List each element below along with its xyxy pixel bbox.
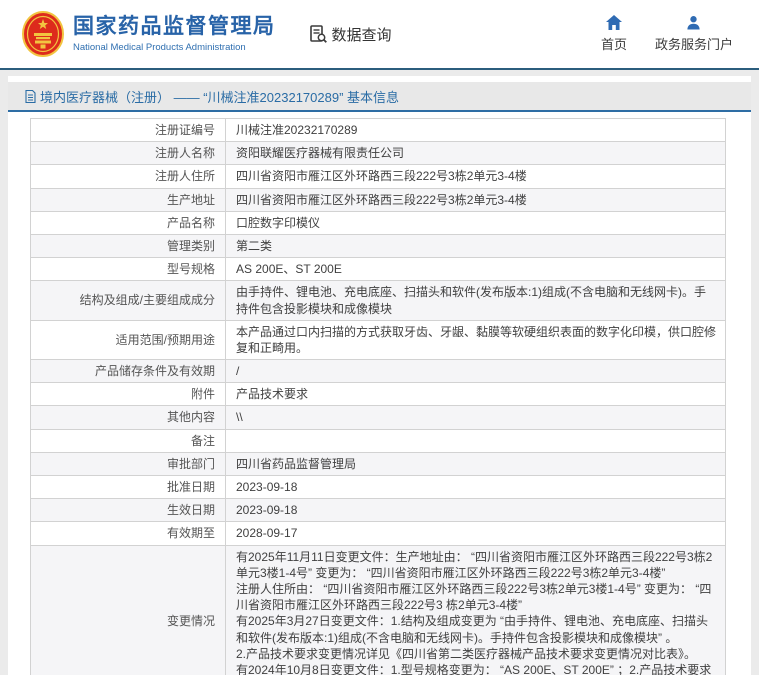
row-label: 注册人住所	[30, 164, 226, 189]
row-label: 审批部门	[30, 451, 226, 477]
nmpa-logo[interactable]: 国家药品监督管理局 National Medical Products Admi…	[22, 11, 276, 57]
org-name-en: National Medical Products Administration	[73, 41, 246, 53]
row-label: 结构及组成/主要组成成分	[30, 280, 226, 321]
data-query-nav[interactable]: 数据查询	[308, 24, 392, 45]
row-label: 产品名称	[30, 210, 226, 235]
table-row: 适用范围/预期用途 本产品通过口内扫描的方式获取牙齿、牙龈、黏膜等软硬组织表面的…	[30, 319, 726, 361]
data-query-icon	[309, 25, 327, 43]
row-label: 附件	[30, 382, 226, 407]
top-nav: 首页 政务服务门户	[601, 15, 733, 53]
content-area: 境内医疗器械（注册） —— “川械注准20232170289” 基本信息 注册证…	[0, 70, 759, 675]
national-emblem-icon	[22, 11, 64, 57]
table-row: 附件 产品技术要求	[30, 382, 726, 407]
row-value: 2023-09-18	[225, 474, 726, 500]
table-row: 管理类别 第二类	[30, 233, 726, 259]
row-value: 资阳联耀医疗器械有限责任公司	[225, 141, 726, 166]
document-icon	[25, 90, 36, 103]
user-icon	[687, 16, 701, 30]
table-row: 注册证编号 川械注准20232170289	[30, 117, 726, 143]
row-value: 由手持件、锂电池、充电底座、扫描头和软件(发布版本:1)组成(不含电脑和无线网卡…	[225, 280, 726, 321]
row-value: /	[225, 359, 726, 384]
row-value: 四川省资阳市雁江区外环路西三段222号3栋2单元3-4楼	[225, 187, 726, 212]
row-label: 管理类别	[30, 233, 226, 259]
org-name-zh: 国家药品监督管理局	[73, 15, 276, 39]
row-value: AS 200E、ST 200E	[225, 257, 726, 282]
table-row: 注册人住所 四川省资阳市雁江区外环路西三段222号3栋2单元3-4楼	[30, 164, 726, 189]
row-value: 四川省资阳市雁江区外环路西三段222号3栋2单元3-4楼	[225, 164, 726, 189]
table-row: 生效日期 2023-09-18	[30, 498, 726, 523]
row-label: 产品储存条件及有效期	[30, 359, 226, 384]
table-row: 结构及组成/主要组成成分 由手持件、锂电池、充电底座、扫描头和软件(发布版本:1…	[30, 280, 726, 321]
row-value: 口腔数字印模仪	[225, 210, 726, 235]
info-table-body: 注册证编号 川械注准20232170289 注册人名称 资阳联耀医疗器械有限责任…	[30, 117, 726, 675]
info-table: 注册证编号 川械注准20232170289 注册人名称 资阳联耀医疗器械有限责任…	[30, 117, 726, 675]
data-query-label: 数据查询	[331, 26, 392, 44]
nav-label-gov-portal: 政务服务门户	[654, 37, 733, 52]
table-row: 有效期至 2028-09-17	[30, 521, 726, 546]
home-icon	[605, 15, 622, 30]
page-title-bar: 境内医疗器械（注册） —— “川械注准20232170289” 基本信息	[8, 82, 751, 112]
row-value: 产品技术要求	[225, 382, 726, 407]
table-row: 生产地址 四川省资阳市雁江区外环路西三段222号3栋2单元3-4楼	[30, 187, 726, 212]
nav-item-home[interactable]: 首页	[601, 15, 627, 53]
nav-item-gov-portal[interactable]: 政务服务门户	[655, 15, 733, 53]
table-row: 备注	[30, 428, 726, 453]
row-label: 变更情况	[30, 544, 226, 675]
row-value: 有2025年11月11日变更文件：生产地址由： “四川省资阳市雁江区外环路西三段…	[225, 544, 726, 675]
table-row: 其他内容 \\	[30, 405, 726, 430]
row-label: 生效日期	[30, 498, 226, 523]
row-label: 批准日期	[30, 474, 226, 500]
row-value: 第二类	[225, 233, 726, 259]
row-value: 2028-09-17	[225, 521, 726, 546]
table-row: 产品储存条件及有效期 /	[30, 359, 726, 384]
row-label: 有效期至	[30, 521, 226, 546]
nav-label-home: 首页	[600, 37, 627, 52]
row-value: 2023-09-18	[225, 498, 726, 523]
table-row: 注册人名称 资阳联耀医疗器械有限责任公司	[30, 141, 726, 166]
row-label: 适用范围/预期用途	[30, 319, 226, 361]
detail-card: 境内医疗器械（注册） —— “川械注准20232170289” 基本信息 注册证…	[8, 76, 751, 675]
row-label: 型号规格	[30, 257, 226, 282]
table-row: 批准日期 2023-09-18	[30, 474, 726, 500]
page-title: 境内医疗器械（注册） —— “川械注准20232170289” 基本信息	[40, 90, 400, 105]
table-row: 变更情况 有2025年11月11日变更文件：生产地址由： “四川省资阳市雁江区外…	[30, 544, 726, 675]
row-label: 其他内容	[30, 405, 226, 430]
row-value: \\	[225, 405, 726, 430]
row-value: 四川省药品监督管理局	[225, 451, 726, 477]
table-row: 审批部门 四川省药品监督管理局	[30, 451, 726, 477]
row-value: 川械注准20232170289	[225, 117, 726, 143]
row-label: 注册人名称	[30, 141, 226, 166]
row-label: 生产地址	[30, 187, 226, 212]
row-label: 备注	[30, 428, 226, 453]
table-row: 型号规格 AS 200E、ST 200E	[30, 257, 726, 282]
row-value	[225, 428, 726, 453]
site-header: 国家药品监督管理局 National Medical Products Admi…	[0, 0, 759, 70]
row-label: 注册证编号	[30, 117, 226, 143]
table-row: 产品名称 口腔数字印模仪	[30, 210, 726, 235]
row-value: 本产品通过口内扫描的方式获取牙齿、牙龈、黏膜等软硬组织表面的数字化印模，供口腔修…	[225, 319, 726, 361]
